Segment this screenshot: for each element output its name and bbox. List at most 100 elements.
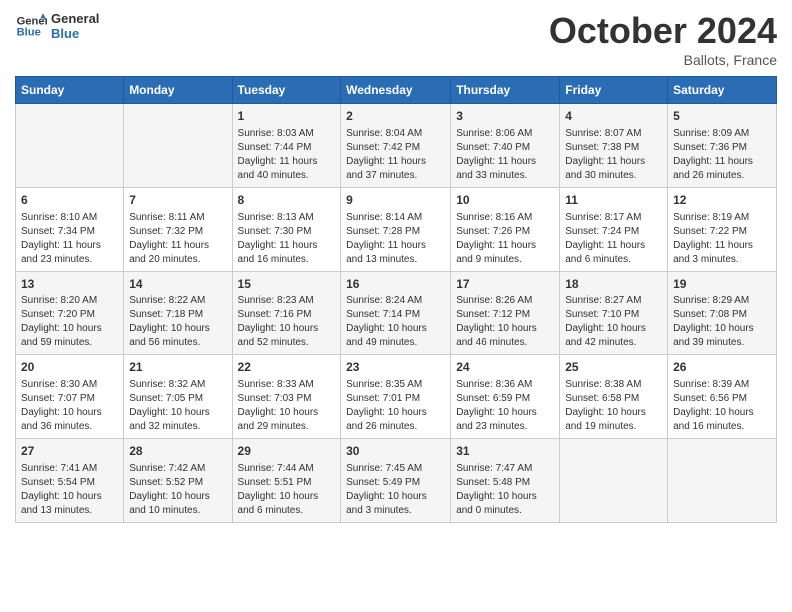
calendar-cell: 4 Sunrise: 8:07 AMSunset: 7:38 PMDaylight… bbox=[560, 104, 668, 188]
calendar-cell: 14Sunrise: 8:22 AMSunset: 7:18 PMDayligh… bbox=[124, 271, 232, 355]
day-number: 23 bbox=[346, 359, 445, 376]
header-cell-saturday: Saturday bbox=[668, 77, 777, 104]
svg-text:Blue: Blue bbox=[17, 27, 41, 39]
day-info: Sunrise: 8:27 AMSunset: 7:10 PMDaylight:… bbox=[565, 294, 662, 350]
day-number: 1 bbox=[238, 108, 336, 125]
day-number: 26 bbox=[673, 359, 771, 376]
header-cell-sunday: Sunday bbox=[16, 77, 124, 104]
day-number: 30 bbox=[346, 443, 445, 460]
calendar-cell: 16Sunrise: 8:24 AMSunset: 7:14 PMDayligh… bbox=[341, 271, 451, 355]
calendar-cell bbox=[560, 439, 668, 523]
calendar-cell: 30 Sunrise: 7:45 AMSunset: 5:49 PMDayligh… bbox=[341, 439, 451, 523]
day-number: 24 bbox=[456, 359, 554, 376]
day-info: Sunrise: 8:16 AMSunset: 7:26 PMDaylight:… bbox=[456, 211, 554, 267]
day-number: 6 bbox=[21, 192, 118, 209]
day-number: 25 bbox=[565, 359, 662, 376]
day-info: Sunrise: 8:35 AMSunset: 7:01 PMDaylight:… bbox=[346, 378, 445, 434]
calendar-cell: 6 Sunrise: 8:10 AMSunset: 7:34 PMDaylight… bbox=[16, 187, 124, 271]
day-info: Sunrise: 8:09 AMSunset: 7:36 PMDaylight:… bbox=[673, 127, 771, 183]
day-number: 14 bbox=[129, 276, 226, 293]
logo-icon: General Blue bbox=[15, 10, 47, 42]
day-info: Sunrise: 8:29 AMSunset: 7:08 PMDaylight:… bbox=[673, 294, 771, 350]
header-row: SundayMondayTuesdayWednesdayThursdayFrid… bbox=[16, 77, 777, 104]
calendar-cell: 31 Sunrise: 7:47 AMSunset: 5:48 PMDayligh… bbox=[451, 439, 560, 523]
day-number: 8 bbox=[238, 192, 336, 209]
day-info: Sunrise: 7:44 AMSunset: 5:51 PMDaylight:… bbox=[238, 462, 336, 518]
calendar-cell: 27 Sunrise: 7:41 AMSunset: 5:54 PMDayligh… bbox=[16, 439, 124, 523]
day-info: Sunrise: 8:24 AMSunset: 7:14 PMDaylight:… bbox=[346, 294, 445, 350]
day-info: Sunrise: 8:26 AMSunset: 7:12 PMDaylight:… bbox=[456, 294, 554, 350]
header-cell-tuesday: Tuesday bbox=[232, 77, 341, 104]
calendar-cell: 13Sunrise: 8:20 AMSunset: 7:20 PMDayligh… bbox=[16, 271, 124, 355]
day-info: Sunrise: 8:32 AMSunset: 7:05 PMDaylight:… bbox=[129, 378, 226, 434]
calendar-cell: 12 Sunrise: 8:19 AMSunset: 7:22 PMDayligh… bbox=[668, 187, 777, 271]
day-info: Sunrise: 8:03 AMSunset: 7:44 PMDaylight:… bbox=[238, 127, 336, 183]
calendar-cell: 9 Sunrise: 8:14 AMSunset: 7:28 PMDaylight… bbox=[341, 187, 451, 271]
day-info: Sunrise: 8:19 AMSunset: 7:22 PMDaylight:… bbox=[673, 211, 771, 267]
day-number: 13 bbox=[21, 276, 118, 293]
calendar-cell: 7Sunrise: 8:11 AMSunset: 7:32 PMDaylight… bbox=[124, 187, 232, 271]
day-info: Sunrise: 8:13 AMSunset: 7:30 PMDaylight:… bbox=[238, 211, 336, 267]
day-info: Sunrise: 8:39 AMSunset: 6:56 PMDaylight:… bbox=[673, 378, 771, 434]
day-info: Sunrise: 8:22 AMSunset: 7:18 PMDaylight:… bbox=[129, 294, 226, 350]
calendar-cell: 5 Sunrise: 8:09 AMSunset: 7:36 PMDaylight… bbox=[668, 104, 777, 188]
day-info: Sunrise: 8:36 AMSunset: 6:59 PMDaylight:… bbox=[456, 378, 554, 434]
calendar-cell: 19Sunrise: 8:29 AMSunset: 7:08 PMDayligh… bbox=[668, 271, 777, 355]
day-info: Sunrise: 8:11 AMSunset: 7:32 PMDaylight:… bbox=[129, 211, 226, 267]
day-number: 21 bbox=[129, 359, 226, 376]
header-cell-thursday: Thursday bbox=[451, 77, 560, 104]
day-number: 19 bbox=[673, 276, 771, 293]
header-cell-monday: Monday bbox=[124, 77, 232, 104]
calendar-cell: 8 Sunrise: 8:13 AMSunset: 7:30 PMDaylight… bbox=[232, 187, 341, 271]
location: Ballots, France bbox=[549, 52, 777, 68]
day-info: Sunrise: 7:45 AMSunset: 5:49 PMDaylight:… bbox=[346, 462, 445, 518]
day-number: 28 bbox=[129, 443, 226, 460]
day-number: 16 bbox=[346, 276, 445, 293]
day-info: Sunrise: 8:04 AMSunset: 7:42 PMDaylight:… bbox=[346, 127, 445, 183]
calendar-cell: 11Sunrise: 8:17 AMSunset: 7:24 PMDayligh… bbox=[560, 187, 668, 271]
calendar-cell: 10 Sunrise: 8:16 AMSunset: 7:26 PMDayligh… bbox=[451, 187, 560, 271]
day-number: 17 bbox=[456, 276, 554, 293]
calendar-cell: 23 Sunrise: 8:35 AMSunset: 7:01 PMDayligh… bbox=[341, 355, 451, 439]
day-number: 3 bbox=[456, 108, 554, 125]
logo: General Blue General Blue bbox=[15, 10, 99, 42]
calendar-cell bbox=[16, 104, 124, 188]
day-number: 12 bbox=[673, 192, 771, 209]
calendar-cell: 3Sunrise: 8:06 AMSunset: 7:40 PMDaylight… bbox=[451, 104, 560, 188]
day-info: Sunrise: 7:47 AMSunset: 5:48 PMDaylight:… bbox=[456, 462, 554, 518]
day-number: 11 bbox=[565, 192, 662, 209]
day-info: Sunrise: 8:07 AMSunset: 7:38 PMDaylight:… bbox=[565, 127, 662, 183]
day-number: 18 bbox=[565, 276, 662, 293]
day-number: 9 bbox=[346, 192, 445, 209]
day-info: Sunrise: 7:41 AMSunset: 5:54 PMDaylight:… bbox=[21, 462, 118, 518]
day-number: 15 bbox=[238, 276, 336, 293]
day-number: 10 bbox=[456, 192, 554, 209]
day-number: 20 bbox=[21, 359, 118, 376]
calendar-cell: 20 Sunrise: 8:30 AMSunset: 7:07 PMDayligh… bbox=[16, 355, 124, 439]
calendar-week-1: 1 Sunrise: 8:03 AMSunset: 7:44 PMDaylight… bbox=[16, 104, 777, 188]
calendar-cell: 29 Sunrise: 7:44 AMSunset: 5:51 PMDayligh… bbox=[232, 439, 341, 523]
calendar-cell: 28Sunrise: 7:42 AMSunset: 5:52 PMDayligh… bbox=[124, 439, 232, 523]
calendar-cell: 25Sunrise: 8:38 AMSunset: 6:58 PMDayligh… bbox=[560, 355, 668, 439]
calendar-week-3: 13Sunrise: 8:20 AMSunset: 7:20 PMDayligh… bbox=[16, 271, 777, 355]
day-number: 5 bbox=[673, 108, 771, 125]
day-number: 2 bbox=[346, 108, 445, 125]
month-title: October 2024 bbox=[549, 10, 777, 52]
day-number: 29 bbox=[238, 443, 336, 460]
day-number: 31 bbox=[456, 443, 554, 460]
calendar-cell bbox=[668, 439, 777, 523]
day-info: Sunrise: 8:23 AMSunset: 7:16 PMDaylight:… bbox=[238, 294, 336, 350]
day-number: 27 bbox=[21, 443, 118, 460]
day-number: 4 bbox=[565, 108, 662, 125]
calendar-cell: 21 Sunrise: 8:32 AMSunset: 7:05 PMDayligh… bbox=[124, 355, 232, 439]
day-info: Sunrise: 8:20 AMSunset: 7:20 PMDaylight:… bbox=[21, 294, 118, 350]
day-number: 22 bbox=[238, 359, 336, 376]
calendar-cell: 22Sunrise: 8:33 AMSunset: 7:03 PMDayligh… bbox=[232, 355, 341, 439]
day-info: Sunrise: 8:10 AMSunset: 7:34 PMDaylight:… bbox=[21, 211, 118, 267]
calendar-week-5: 27 Sunrise: 7:41 AMSunset: 5:54 PMDayligh… bbox=[16, 439, 777, 523]
calendar-week-2: 6 Sunrise: 8:10 AMSunset: 7:34 PMDaylight… bbox=[16, 187, 777, 271]
day-info: Sunrise: 8:30 AMSunset: 7:07 PMDaylight:… bbox=[21, 378, 118, 434]
day-info: Sunrise: 8:14 AMSunset: 7:28 PMDaylight:… bbox=[346, 211, 445, 267]
calendar-cell: 1 Sunrise: 8:03 AMSunset: 7:44 PMDaylight… bbox=[232, 104, 341, 188]
logo-general: General bbox=[51, 11, 99, 26]
